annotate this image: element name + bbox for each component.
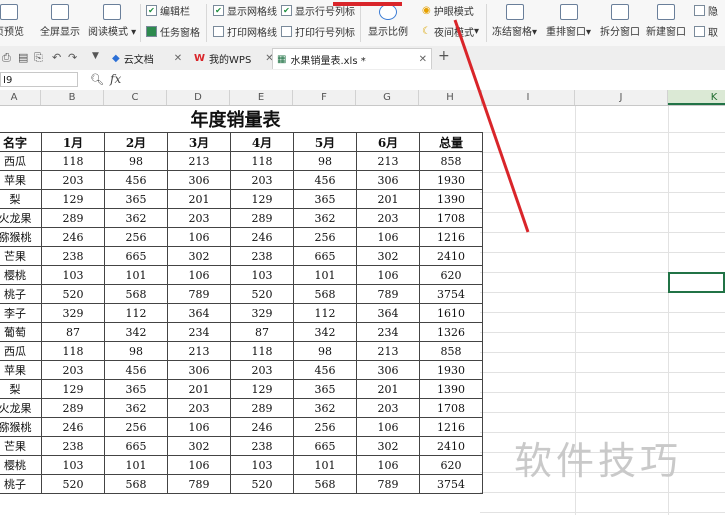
watermark: 软件技巧: [514, 439, 683, 483]
arrow-line: [453, 19, 530, 233]
